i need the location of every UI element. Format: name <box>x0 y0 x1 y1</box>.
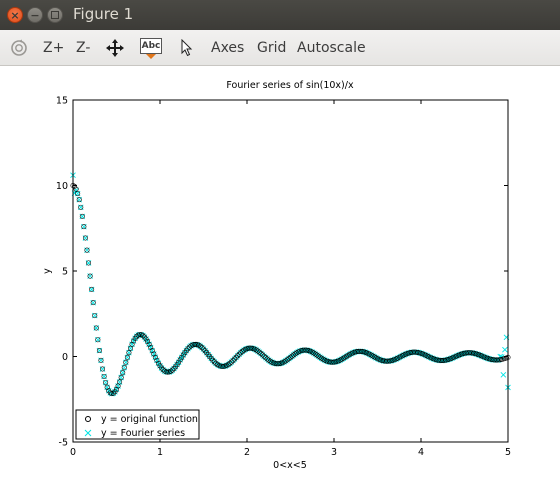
rotate-icon <box>11 39 27 56</box>
maximize-icon <box>51 11 59 19</box>
zoom-in-button[interactable]: Z+ <box>43 30 64 66</box>
chart-title: Fourier series of sin(10x)/x <box>226 80 354 91</box>
chart: 0 1 2 3 4 5-5051015 Fourier series of sin(10x… <box>42 80 511 471</box>
zoom-out-button[interactable]: Z- <box>76 30 90 66</box>
x-tick-label: 1 <box>157 447 163 458</box>
y-tick-label: 15 <box>56 96 68 107</box>
text-tool-label: Abc <box>140 38 162 54</box>
legend-label-fourier: y = Fourier series <box>101 428 185 439</box>
minimize-window-button[interactable]: − <box>27 7 43 23</box>
minimize-icon: − <box>30 8 40 22</box>
rotate-button[interactable] <box>10 30 28 66</box>
x-tick-label: 4 <box>418 447 424 458</box>
y-tick-label: -5 <box>59 438 68 449</box>
window-title: Figure 1 <box>73 5 134 23</box>
figure-toolbar: Z+ Z- Abc Axes Grid Autoscale <box>0 30 560 66</box>
autoscale-button[interactable]: Autoscale <box>297 30 366 66</box>
x-tick-label: 2 <box>244 447 250 458</box>
legend: y = original function y = Fourier series <box>75 409 200 440</box>
select-button[interactable] <box>180 30 194 66</box>
close-window-button[interactable]: × <box>7 7 23 23</box>
pan-icon <box>106 39 124 57</box>
axis-ticks: 0 1 2 3 4 5-5051015 <box>56 96 511 459</box>
pointer-icon <box>181 39 193 57</box>
x-tick-label: 5 <box>505 447 511 458</box>
figure-canvas[interactable]: 0 1 2 3 4 5 -5 0 5 10 15 Fourier series of sin(10x… <box>0 66 560 489</box>
x-tick-label: 0 <box>70 447 76 458</box>
legend-label-original: y = original function <box>101 414 198 425</box>
x-tick-label: 3 <box>331 447 337 458</box>
axes-button[interactable]: Axes <box>211 30 244 66</box>
chart-markers <box>70 172 511 397</box>
close-icon: × <box>10 8 20 22</box>
y-axis-label: y <box>42 268 53 274</box>
grid-button[interactable]: Grid <box>257 30 286 66</box>
plot-frame <box>72 99 509 443</box>
window-titlebar: × − Figure 1 <box>0 0 560 30</box>
y-tick-label: 10 <box>56 181 68 192</box>
insert-text-button[interactable]: Abc <box>140 30 162 66</box>
text-tool-icon: Abc <box>140 36 162 60</box>
y-tick-label: 5 <box>62 267 68 278</box>
chevron-down-icon <box>146 54 156 59</box>
pan-button[interactable] <box>106 30 124 66</box>
x-axis-label: 0<x<5 <box>273 460 307 471</box>
maximize-window-button[interactable] <box>47 7 63 23</box>
y-tick-label: 0 <box>62 352 68 363</box>
